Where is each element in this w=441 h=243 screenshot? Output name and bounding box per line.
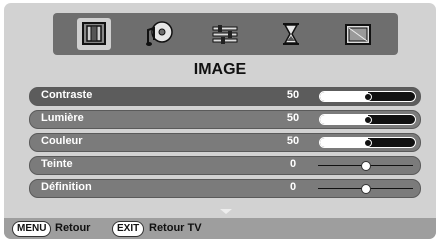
menu-icon-bar	[53, 13, 398, 55]
hourglass-icon	[283, 23, 299, 45]
sound-menu-icon[interactable]	[142, 18, 176, 50]
scroll-down-indicator	[220, 209, 232, 214]
exit-key-label: Retour TV	[149, 222, 202, 234]
screen-setup-icon	[345, 24, 371, 45]
setting-label: Contraste	[41, 89, 93, 101]
slider-fill	[320, 115, 368, 124]
slider-knob[interactable]	[360, 161, 371, 171]
slider-fill	[320, 92, 368, 101]
setting-label: Teinte	[41, 158, 73, 170]
slider-knob[interactable]	[363, 93, 372, 101]
level-slider[interactable]	[319, 91, 416, 102]
note-disc-icon	[146, 21, 173, 46]
setting-row[interactable]: Couleur 50	[29, 133, 421, 152]
tv-picture-icon	[82, 22, 106, 45]
setting-label: Définition	[41, 181, 92, 193]
setting-value: 50	[286, 112, 300, 124]
picture-menu-icon[interactable]	[77, 18, 111, 50]
menu-key-label: Retour	[55, 222, 91, 234]
setting-row[interactable]: Lumière 50	[29, 110, 421, 129]
sliders-icon	[212, 25, 238, 44]
setting-row[interactable]: Contraste 50	[29, 87, 421, 106]
slider-knob[interactable]	[363, 116, 372, 124]
setting-value: 50	[286, 89, 300, 101]
setting-row[interactable]: Définition 0	[29, 179, 421, 198]
footer-bar: MENU Retour EXIT Retour TV	[4, 218, 436, 239]
level-slider[interactable]	[319, 114, 416, 125]
setting-value: 50	[286, 135, 300, 147]
level-slider[interactable]	[319, 137, 416, 148]
exit-key[interactable]: EXIT	[112, 221, 145, 237]
tv-menu-screen: IMAGE Contraste 50 Lumière 50 Couleur 50 Teint…	[4, 3, 436, 239]
timer-menu-icon[interactable]	[274, 18, 308, 50]
setting-label: Couleur	[41, 135, 83, 147]
setting-value: 0	[289, 181, 297, 193]
settings-menu-icon[interactable]	[208, 18, 242, 50]
menu-key[interactable]: MENU	[12, 221, 52, 237]
installation-menu-icon[interactable]	[341, 18, 375, 50]
slider-fill	[320, 138, 368, 147]
setting-row[interactable]: Teinte 0	[29, 156, 421, 175]
setting-value: 0	[289, 158, 297, 170]
setting-label: Lumière	[41, 112, 84, 124]
slider-knob[interactable]	[360, 184, 371, 194]
slider-knob[interactable]	[363, 139, 372, 147]
menu-title: IMAGE	[193, 61, 247, 78]
